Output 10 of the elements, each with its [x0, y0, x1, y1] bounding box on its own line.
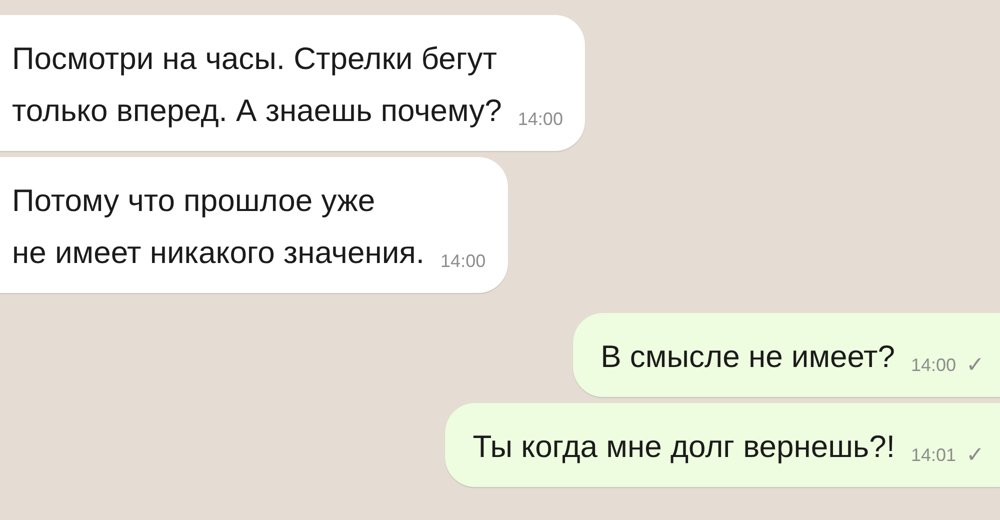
message-time: 14:00 [910, 354, 956, 377]
message-time: 14:00 [518, 108, 563, 131]
sent-check-icon: ✓ [966, 438, 984, 471]
message-text: В смысле не имеет? [600, 338, 895, 376]
message-time: 14:00 [440, 250, 486, 273]
message-time: 14:01 [910, 444, 956, 467]
sent-check-icon: ✓ [966, 348, 984, 381]
message-text: Посмотри на часы. Стрелки бегут только вперед. А знаешь почему? [12, 40, 502, 130]
message-text: Потому что прошлое уже не имеет никакого значения. [12, 182, 425, 272]
message-text: Ты когда мне долг вернешь?! [472, 428, 895, 466]
